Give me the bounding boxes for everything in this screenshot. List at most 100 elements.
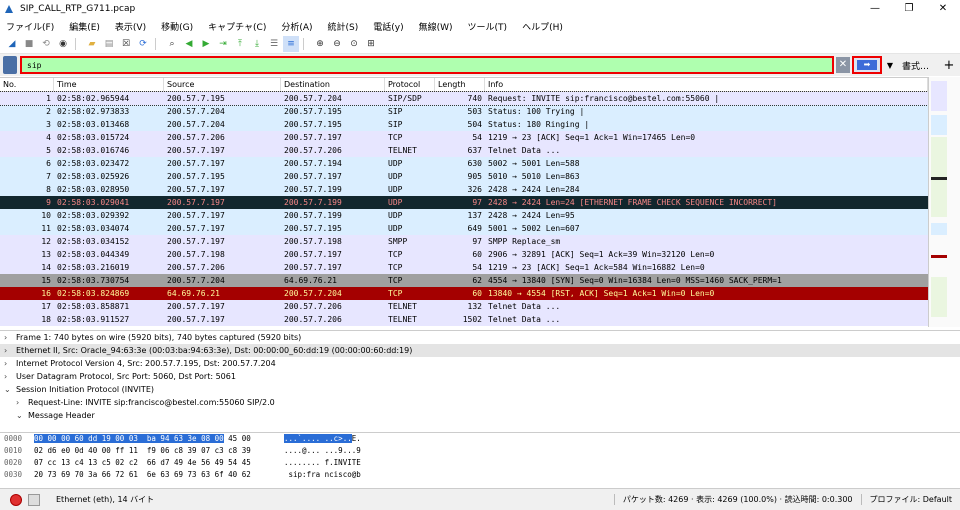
menu-go[interactable]: 移動(G) (161, 20, 193, 33)
capture-comment-icon[interactable] (28, 493, 40, 506)
packet-source: 200.57.7.198 (167, 250, 225, 259)
menu-telephony[interactable]: 電話(y) (373, 20, 403, 33)
hex-bytes-rest: 07 cc 13 c4 13 c5 02 c2 66 d7 49 4e 56 4… (34, 458, 251, 467)
menu-edit[interactable]: 編集(E) (69, 20, 100, 33)
options-icon[interactable]: ◉ (55, 36, 71, 52)
table-row[interactable]: 18 02:58:03.911527 200.57.7.197 200.57.7.20… (0, 313, 928, 326)
clear-filter-icon[interactable]: ✕ (836, 57, 850, 73)
find-icon[interactable]: ⌕ (164, 36, 180, 52)
table-row[interactable]: 7 02:58:03.025926 200.57.7.195 200.57.7.197… (0, 170, 928, 183)
goto-icon[interactable]: ⇥ (215, 36, 231, 52)
table-row[interactable]: 11 02:58:03.034074 200.57.7.197 200.57.7.19… (0, 222, 928, 235)
expand-arrow-icon[interactable]: › (4, 344, 16, 357)
hex-row[interactable]: 0020 07 cc 13 c4 13 c5 02 c2 66 d7 49 4e … (0, 457, 960, 469)
packet-length: 137 (467, 211, 482, 220)
filter-expressions-button[interactable]: 書式… (902, 59, 929, 72)
column-source[interactable]: Source (164, 78, 281, 91)
expand-arrow-icon[interactable]: ⌄ (16, 409, 28, 422)
column-protocol[interactable]: Protocol (385, 78, 435, 91)
maximize-button[interactable]: ❐ (892, 0, 926, 18)
table-row[interactable]: 5 02:58:03.016746 200.57.7.197 200.57.7.206… (0, 144, 928, 157)
menu-tools[interactable]: ツール(T) (468, 20, 508, 33)
expand-arrow-icon[interactable]: › (16, 396, 28, 409)
hex-ascii-rest: E. (351, 434, 361, 443)
colorize-icon[interactable]: ≡ (283, 36, 299, 52)
detail-tree-item[interactable]: › Request-Line: INVITE sip:francisco@best… (0, 396, 960, 409)
hex-row[interactable]: 0000 00 00 00 60 dd 19 00 03 ba 94 63 3e … (0, 433, 960, 445)
column-length[interactable]: Length (435, 78, 485, 91)
column-no[interactable]: No. (0, 78, 54, 91)
zoom-in-icon[interactable]: ⊕ (312, 36, 328, 52)
back-icon[interactable]: ◀ (181, 36, 197, 52)
packet-time: 02:58:03.034074 (57, 224, 130, 233)
expand-arrow-icon[interactable]: › (4, 331, 16, 344)
expand-arrow-icon[interactable]: ⌄ (4, 383, 16, 396)
reload-icon[interactable]: ⟳ (135, 36, 151, 52)
save-icon[interactable]: ▤ (101, 36, 117, 52)
expand-arrow-icon[interactable]: › (4, 357, 16, 370)
table-row[interactable]: 3 02:58:03.013468 200.57.7.204 200.57.7.195… (0, 118, 928, 131)
menu-help[interactable]: ヘルプ(H) (522, 20, 563, 33)
filter-bookmark-icon[interactable] (3, 56, 17, 74)
packet-info: 4554 → 13840 [SYN] Seq=0 Win=16384 Len=0… (488, 276, 782, 285)
column-destination[interactable]: Destination (281, 78, 385, 91)
detail-tree-item[interactable]: › Ethernet II, Src: Oracle_94:63:3e (00:0… (0, 344, 960, 357)
expert-info-icon[interactable] (10, 493, 22, 506)
forward-icon[interactable]: ▶ (198, 36, 214, 52)
table-row[interactable]: 14 02:58:03.216019 200.57.7.206 200.57.7.19… (0, 261, 928, 274)
expand-arrow-icon[interactable]: › (4, 370, 16, 383)
filter-history-dropdown-icon[interactable]: ▼ (884, 61, 896, 70)
last-icon[interactable]: ⤓ (249, 36, 265, 52)
table-row[interactable]: 15 02:58:03.730754 200.57.7.204 64.69.76.21… (0, 274, 928, 287)
table-row[interactable]: 12 02:58:03.034152 200.57.7.197 200.57.7.19… (0, 235, 928, 248)
menu-capture[interactable]: キャプチャ(C) (208, 20, 266, 33)
display-filter-input[interactable]: sip (20, 56, 834, 74)
table-row[interactable]: 2 02:58:02.973833 200.57.7.204 200.57.7.195… (0, 105, 928, 118)
shark-fin-start-icon[interactable]: ◢ (4, 36, 20, 52)
detail-tree-item[interactable]: ⌄ Session Initiation Protocol (INVITE) (0, 383, 960, 396)
detail-tree-item[interactable]: › User Datagram Protocol, Src Port: 5060,… (0, 370, 960, 383)
minimize-button[interactable]: — (858, 0, 892, 18)
table-row[interactable]: 4 02:58:03.015724 200.57.7.206 200.57.7.197… (0, 131, 928, 144)
status-profile[interactable]: プロファイル: Default (860, 494, 960, 505)
hex-bytes: 07 cc 13 c4 13 c5 02 c2 66 d7 49 4e 56 4… (34, 457, 284, 469)
column-time[interactable]: Time (54, 78, 164, 91)
packet-time: 02:58:03.016746 (57, 146, 130, 155)
apply-filter-button[interactable]: ➡ (852, 56, 882, 74)
packet-source: 200.57.7.195 (167, 94, 225, 103)
hex-row[interactable]: 0010 02 d6 e0 0d 40 00 ff 11 f9 06 c8 39 … (0, 445, 960, 457)
zoom-normal-icon[interactable]: ⊙ (346, 36, 362, 52)
stop-icon[interactable]: ■ (21, 36, 37, 52)
detail-tree-item[interactable]: ⌄ Message Header (0, 409, 960, 422)
table-row[interactable]: 16 02:58:03.824869 64.69.76.21 200.57.7.204… (0, 287, 928, 300)
autoscroll-icon[interactable]: ☰ (266, 36, 282, 52)
close-button[interactable]: ✕ (926, 0, 960, 18)
close-file-icon[interactable]: ☒ (118, 36, 134, 52)
detail-tree-item[interactable]: › Internet Protocol Version 4, Src: 200.5… (0, 357, 960, 370)
open-icon[interactable]: ▰ (84, 36, 100, 52)
resize-columns-icon[interactable]: ⊞ (363, 36, 379, 52)
first-icon[interactable]: ⤒ (232, 36, 248, 52)
table-row[interactable]: 13 02:58:03.044349 200.57.7.198 200.57.7.19… (0, 248, 928, 261)
table-row[interactable]: 6 02:58:03.023472 200.57.7.197 200.57.7.194… (0, 157, 928, 170)
menu-statistics[interactable]: 統計(S) (328, 20, 359, 33)
packet-info: Telnet Data ... (488, 315, 561, 324)
menu-view[interactable]: 表示(V) (115, 20, 146, 33)
table-row[interactable]: 8 02:58:03.028950 200.57.7.197 200.57.7.199… (0, 183, 928, 196)
menu-analyze[interactable]: 分析(A) (281, 20, 312, 33)
packet-time: 02:58:03.028950 (57, 185, 130, 194)
table-row[interactable]: 9 02:58:03.029041 200.57.7.197 200.57.7.199… (0, 196, 928, 209)
packet-list-minimap[interactable] (928, 77, 960, 327)
add-filter-button[interactable]: + (941, 58, 957, 73)
packet-protocol: SIP (388, 107, 403, 116)
table-row[interactable]: 1 02:58:02.965944 200.57.7.195 200.57.7.204… (0, 91, 928, 106)
restart-icon[interactable]: ⟲ (38, 36, 54, 52)
column-info[interactable]: Info (485, 78, 928, 91)
menu-wireless[interactable]: 無線(W) (419, 20, 453, 33)
table-row[interactable]: 10 02:58:03.029392 200.57.7.197 200.57.7.19… (0, 209, 928, 222)
table-row[interactable]: 17 02:58:03.858871 200.57.7.197 200.57.7.20… (0, 300, 928, 313)
hex-row[interactable]: 0030 20 73 69 70 3a 66 72 61 6e 63 69 73 … (0, 469, 960, 481)
menu-file[interactable]: ファイル(F) (6, 20, 54, 33)
detail-tree-item[interactable]: › Frame 1: 740 bytes on wire (5920 bits),… (0, 331, 960, 344)
zoom-out-icon[interactable]: ⊖ (329, 36, 345, 52)
